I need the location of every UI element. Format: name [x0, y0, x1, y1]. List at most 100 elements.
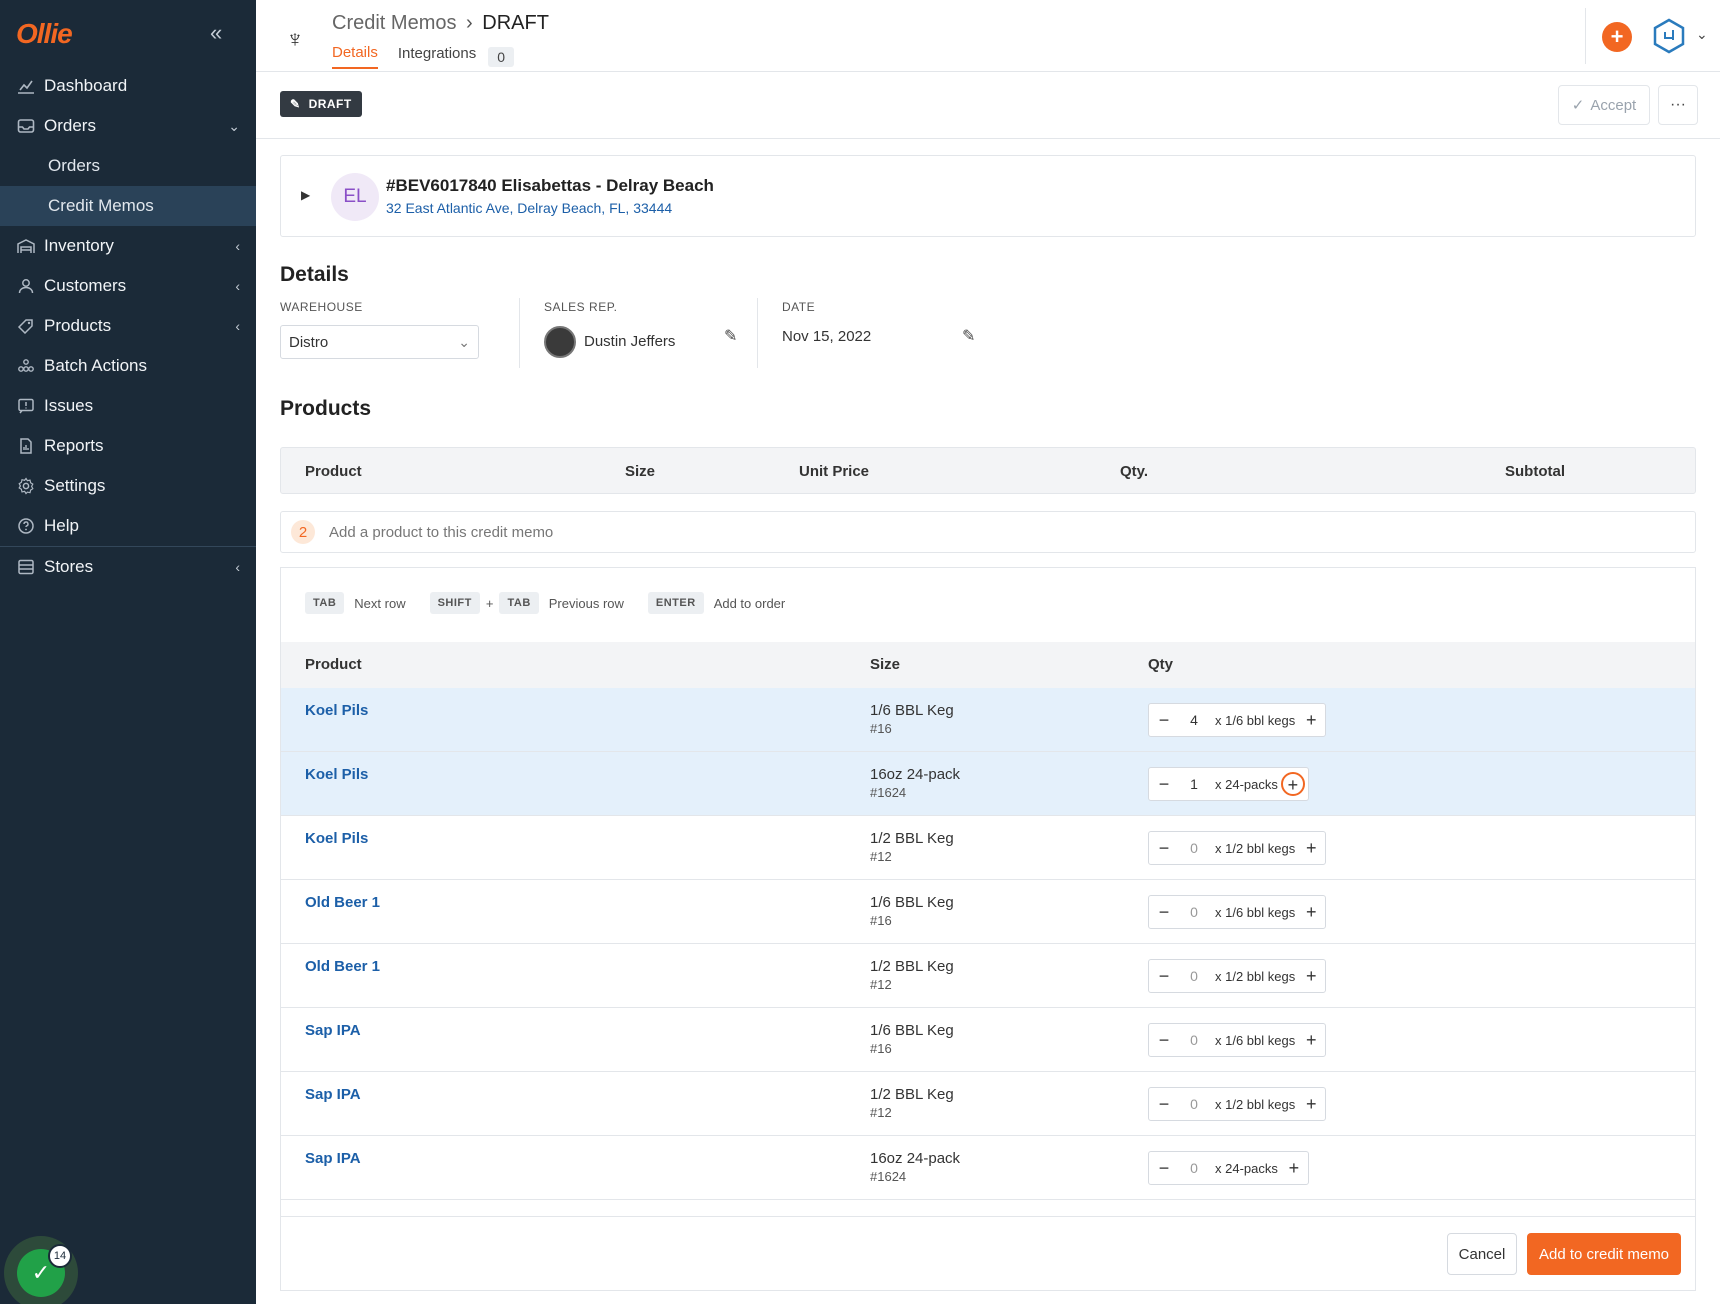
step-number-badge: 2 [291, 520, 315, 544]
table-row[interactable]: Sap IPA 1/6 BBL Keg #16 − 0 x 1/6 bbl ke… [281, 1008, 1695, 1072]
quantity-input[interactable]: 4 [1179, 712, 1209, 728]
product-name-link[interactable]: Sap IPA [305, 1150, 361, 1167]
report-icon [16, 436, 36, 456]
decrement-button[interactable]: − [1149, 902, 1179, 923]
sidebar-item-label: Issues [44, 396, 94, 415]
product-name-link[interactable]: Old Beer 1 [305, 958, 380, 975]
product-name-link[interactable]: Koel Pils [305, 766, 368, 783]
decrement-button[interactable]: − [1149, 710, 1179, 731]
task-checklist-widget[interactable]: ✓ 14 [4, 1236, 78, 1304]
product-name-link[interactable]: Koel Pils [305, 702, 368, 719]
ellipsis-icon: ··· [1670, 96, 1686, 113]
decrement-button[interactable]: − [1149, 774, 1179, 795]
sidebar-subitem-orders[interactable]: Orders [0, 146, 256, 186]
sidebar-item-stores[interactable]: Stores ‹ [0, 547, 256, 587]
status-badge-label: DRAFT [308, 97, 352, 111]
sidebar-item-batch-actions[interactable]: Batch Actions [0, 346, 256, 386]
product-name-link[interactable]: Sap IPA [305, 1086, 361, 1103]
decrement-button[interactable]: − [1149, 1094, 1179, 1115]
edit-salesrep-pencil-icon[interactable]: ✎ [724, 326, 737, 346]
breadcrumb-parent[interactable]: Credit Memos [332, 12, 456, 34]
customer-address-link[interactable]: 32 East Atlantic Ave, Delray Beach, FL, … [386, 200, 672, 216]
increment-button[interactable]: + [1297, 902, 1325, 923]
sidebar-item-products[interactable]: Products ‹ [0, 306, 256, 346]
add-product-input[interactable]: 2 Add a product to this credit memo [280, 511, 1696, 553]
increment-button[interactable]: + [1280, 772, 1305, 796]
organization-avatar[interactable] [1652, 18, 1686, 54]
salesrep-avatar [544, 326, 576, 358]
edit-date-pencil-icon[interactable]: ✎ [962, 326, 975, 346]
product-name-link[interactable]: Old Beer 1 [305, 894, 380, 911]
chevron-down-icon[interactable]: ⌄ [1696, 26, 1708, 43]
quantity-input[interactable]: 0 [1179, 1032, 1209, 1048]
customer-card: ▶ EL #BEV6017840 Elisabettas - Delray Be… [280, 155, 1696, 237]
hint-next-row: Next row [354, 595, 406, 611]
table-row[interactable]: Koel Pils 1/2 BBL Keg #12 − 0 x 1/2 bbl … [281, 816, 1695, 880]
sidebar-subitem-credit-memos[interactable]: Credit Memos [0, 186, 256, 226]
table-row[interactable]: Sap IPA 16oz 24-pack #1624 − 0 x 24-pack… [281, 1136, 1695, 1200]
product-sku: #1624 [870, 1169, 907, 1184]
product-sku: #16 [870, 1041, 892, 1056]
sidebar-item-reports[interactable]: Reports [0, 426, 256, 466]
sidebar-item-customers[interactable]: Customers ‹ [0, 266, 256, 306]
increment-button[interactable]: + [1297, 1094, 1325, 1115]
quantity-unit: x 1/2 bbl kegs [1215, 840, 1296, 856]
tab-details[interactable]: Details [332, 44, 378, 69]
increment-button[interactable]: + [1297, 710, 1325, 731]
table-row[interactable]: Sap IPA 1/2 BBL Keg #12 − 0 x 1/2 bbl ke… [281, 1072, 1695, 1136]
picker-footer: Cancel Add to credit memo [281, 1216, 1695, 1290]
col-product: Product [305, 463, 362, 480]
sidebar-item-label: Customers [44, 276, 127, 295]
product-sku: #12 [870, 1105, 892, 1120]
quantity-input[interactable]: 0 [1179, 1160, 1209, 1176]
alert-icon [16, 396, 36, 416]
product-sku: #12 [870, 977, 892, 992]
stack-icon [16, 356, 36, 376]
table-row[interactable]: Old Beer 1 1/6 BBL Keg #16 − 0 x 1/6 bbl… [281, 880, 1695, 944]
sidebar-item-settings[interactable]: Settings [0, 466, 256, 506]
add-to-credit-memo-button[interactable]: Add to credit memo [1527, 1233, 1681, 1275]
increment-button[interactable]: + [1280, 1158, 1308, 1179]
quantity-input[interactable]: 0 [1179, 1096, 1209, 1112]
increment-button[interactable]: + [1297, 838, 1325, 859]
product-name-link[interactable]: Koel Pils [305, 830, 368, 847]
sidebar-item-orders[interactable]: Orders ⌄ [0, 106, 256, 146]
help-icon [16, 516, 36, 536]
decrement-button[interactable]: − [1149, 1030, 1179, 1051]
increment-button[interactable]: + [1297, 966, 1325, 987]
quantity-input[interactable]: 0 [1179, 968, 1209, 984]
quantity-input[interactable]: 1 [1179, 776, 1209, 792]
sidebar-item-label: Settings [44, 476, 106, 495]
quantity-input[interactable]: 0 [1179, 840, 1209, 856]
tab-integrations[interactable]: Integrations [398, 45, 476, 68]
collapse-sidebar-icon[interactable]: « [210, 20, 222, 46]
expand-caret-icon[interactable]: ▶ [301, 188, 310, 202]
sidebar-item-inventory[interactable]: Inventory ‹ [0, 226, 256, 266]
table-row[interactable]: Koel Pils 1/6 BBL Keg #16 − 4 x 1/6 bbl … [281, 688, 1695, 752]
app-logo[interactable]: Ollie [16, 18, 73, 50]
cancel-button[interactable]: Cancel [1447, 1233, 1517, 1275]
table-row[interactable]: Koel Pils 16oz 24-pack #1624 − 1 x 24-pa… [281, 752, 1695, 816]
sidebar-item-issues[interactable]: Issues [0, 386, 256, 426]
key-tab: TAB [305, 592, 345, 614]
person-icon [16, 276, 36, 296]
quantity-stepper: − 4 x 1/6 bbl kegs + [1148, 703, 1327, 737]
decrement-button[interactable]: − [1149, 838, 1179, 859]
increment-button[interactable]: + [1297, 1030, 1325, 1051]
sidebar-item-dashboard[interactable]: Dashboard [0, 66, 256, 106]
quantity-input[interactable]: 0 [1179, 904, 1209, 920]
decrement-button[interactable]: − [1149, 1158, 1179, 1179]
warehouse-select[interactable]: Distro ⌄ [280, 325, 479, 359]
quantity-stepper: − 0 x 24-packs + [1148, 1151, 1309, 1185]
status-badge: ✎ DRAFT [280, 91, 362, 117]
decrement-button[interactable]: − [1149, 966, 1179, 987]
sidebar-item-help[interactable]: Help [0, 506, 256, 546]
more-options-button[interactable]: ··· [1658, 85, 1698, 125]
table-row[interactable]: Old Beer 1 1/2 BBL Keg #12 − 0 x 1/2 bbl… [281, 944, 1695, 1008]
accept-button[interactable]: ✓ Accept [1558, 85, 1650, 125]
hint-previous-row: Previous row [548, 595, 624, 611]
product-name-link[interactable]: Sap IPA [305, 1022, 361, 1039]
product-sku: #12 [870, 849, 892, 864]
create-new-button[interactable]: + [1602, 22, 1632, 52]
gear-icon [16, 476, 36, 496]
